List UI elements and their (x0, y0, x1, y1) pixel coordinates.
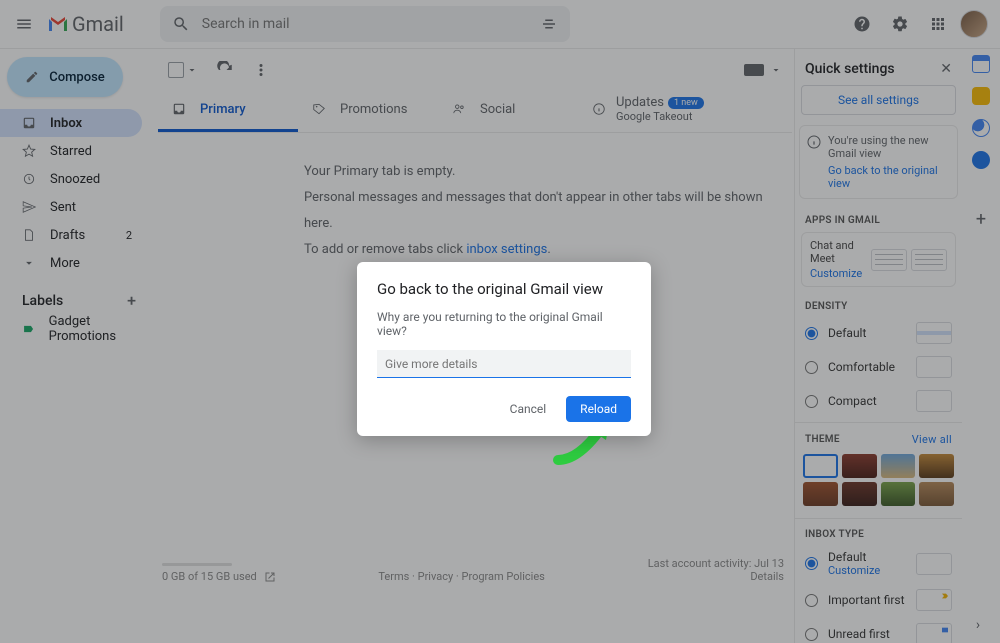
dialog-subtitle: Why are you returning to the original Gm… (377, 310, 631, 338)
dialog-title: Go back to the original Gmail view (377, 280, 631, 298)
feedback-input[interactable] (377, 350, 631, 378)
revert-dialog: Go back to the original Gmail view Why a… (357, 262, 651, 436)
cancel-button[interactable]: Cancel (500, 396, 557, 422)
reload-button[interactable]: Reload (566, 396, 631, 422)
reload-label: Reload (580, 402, 617, 416)
cancel-label: Cancel (510, 402, 547, 416)
